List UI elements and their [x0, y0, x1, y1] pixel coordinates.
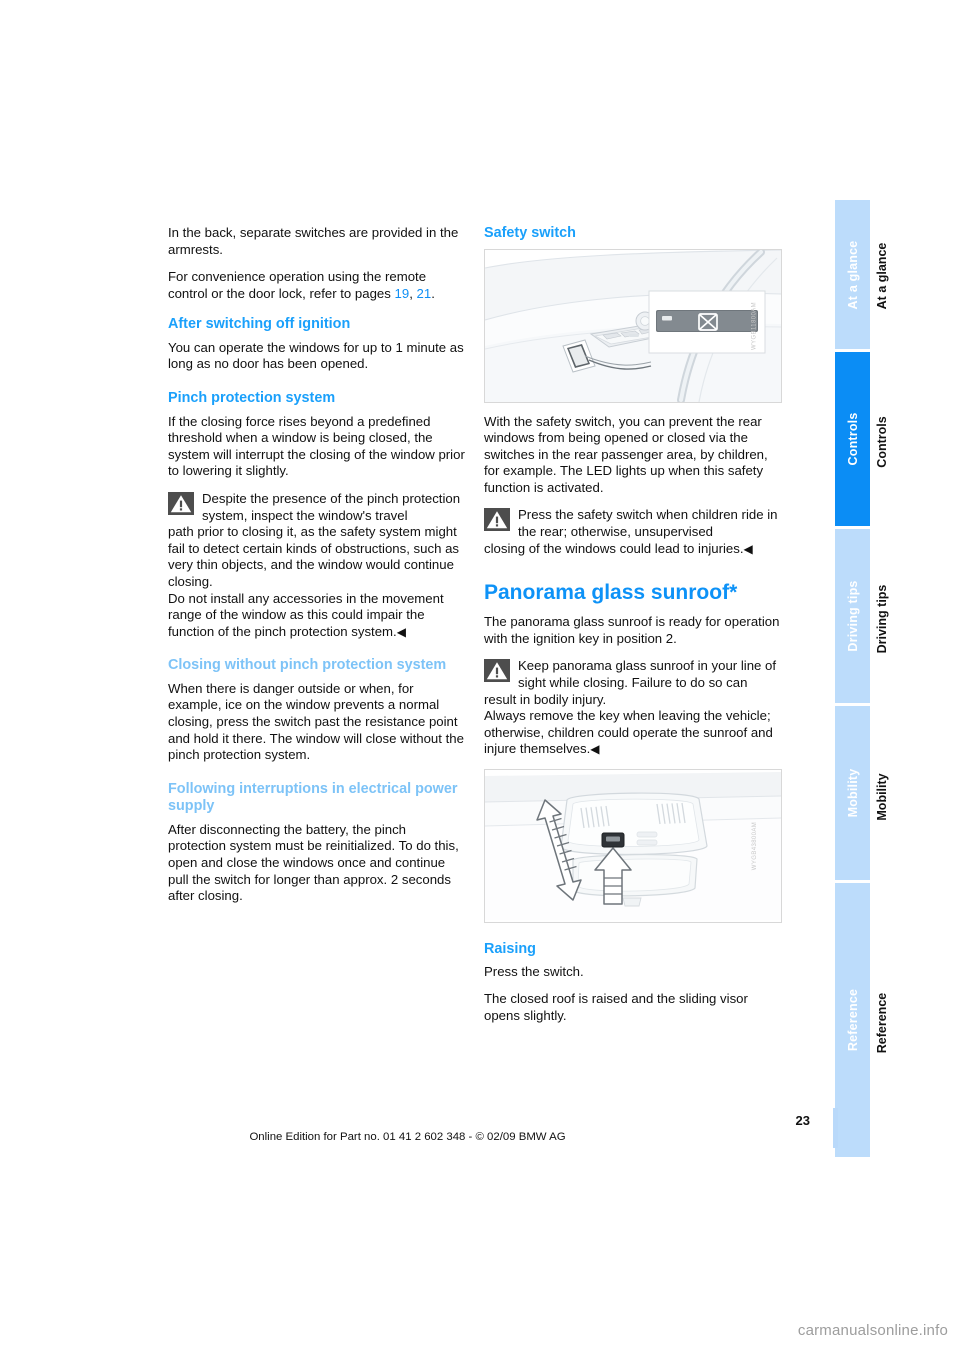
end-mark-icon: ◀: [743, 541, 753, 556]
left-text-column: In the back, separate switches are provi…: [168, 225, 466, 916]
overhead-console-sunroof-switch-illustration: WYGB43800AM: [484, 769, 782, 923]
warning-pinch-rest-2: Do not install any accessories in the mo…: [168, 591, 466, 641]
closing-without-body: When there is danger outside or when, fo…: [168, 680, 464, 763]
page-link-21[interactable]: 21: [417, 286, 432, 301]
tab-mobility-label: Mobility: [845, 768, 860, 818]
tab-caption-reference-label: Reference: [874, 992, 889, 1053]
tab-controls-label: Controls: [845, 412, 860, 466]
warning-panorama-rest: result in bodily injury.: [484, 691, 607, 707]
intro-paragraph-1: In the back, separate switches are provi…: [168, 225, 459, 257]
tab-caption-at-a-glance-label: At a glance: [874, 243, 889, 310]
tab-at-a-glance[interactable]: At a glance: [835, 200, 870, 350]
tab-driving-tips-label: Driving tips: [845, 580, 860, 652]
tab-caption-driving-tips-label: Driving tips: [874, 584, 889, 654]
warning-triangle-icon: [484, 659, 510, 683]
warning-safety-rest: closing of the windows could lead to inj…: [484, 541, 782, 558]
following-interruptions-body: After disconnecting the battery, the pin…: [168, 821, 459, 904]
tab-at-a-glance-label: At a glance: [845, 240, 860, 310]
tab-reference[interactable]: Reference: [835, 883, 870, 1157]
warning-triangle-icon: [484, 508, 510, 532]
pinch-protection-body: If the closing force rises beyond a pred…: [168, 413, 465, 479]
end-mark-icon: ◀: [590, 742, 600, 757]
figure-reference-code-1: WYGB11800AM: [751, 301, 758, 350]
warning-block-safety-switch: Press the safety switch when children ri…: [484, 507, 782, 557]
raising-body-2: The closed roof is raised and the slidin…: [484, 991, 748, 1023]
raising-body-1: Press the switch.: [484, 963, 584, 979]
end-mark-icon: ◀: [396, 624, 406, 639]
warning-panorama-lead: Keep panorama glass sunroof in your line…: [518, 658, 777, 691]
intro-paragraph-2: For convenience operation using the remo…: [168, 269, 466, 302]
warning-safety-rest-text: closing of the windows could lead to inj…: [484, 540, 744, 556]
footer-rule: [833, 1108, 838, 1148]
warning-panorama-rest-2-text: Always remove the key when leaving the v…: [484, 708, 773, 757]
page-ref-period: .: [431, 285, 435, 301]
warning-block-panorama: Keep panorama glass sunroof in your line…: [484, 658, 782, 758]
after-ignition-body: You can operate the windows for up to 1 …: [168, 339, 464, 372]
chapter-tab-strip: At a glance Controls Driving tips Mobili…: [835, 200, 870, 1160]
warning-pinch-lead: Despite the presence of the pinch protec…: [202, 490, 461, 523]
intro-paragraph-2-text: For convenience operation using the remo…: [168, 269, 427, 301]
page-link-19[interactable]: 19: [395, 286, 410, 301]
warning-block-pinch: Despite the presence of the pinch protec…: [168, 491, 466, 640]
heading-safety-switch: Safety switch: [484, 225, 576, 241]
tab-controls[interactable]: Controls: [835, 352, 870, 527]
site-watermark: carmanualsonline.info: [797, 1322, 948, 1339]
warning-safety-lead: Press the safety switch when children ri…: [518, 507, 778, 540]
tab-caption-mobility-label: Mobility: [874, 773, 889, 821]
footer-edition-note: Online Edition for Part no. 01 41 2 602 …: [249, 1131, 566, 1143]
panorama-sunroof-body: The panorama glass sunroof is ready for …: [484, 614, 780, 646]
door-panel-window-switches-illustration: WYGB11800AM: [484, 248, 782, 403]
heading-closing-without-pinch-protection-system: Closing without pinch protection system: [168, 657, 447, 674]
warning-triangle-icon: [168, 491, 194, 515]
safety-switch-body: With the safety switch, you can prevent …: [484, 413, 768, 495]
figure-reference-code-2: WYGB43800AM: [751, 821, 758, 871]
heading-pinch-protection-system: Pinch protection system: [168, 390, 336, 407]
heading-raising: Raising: [484, 941, 536, 957]
right-text-column: Safety switch WYGB11800AM With the safet…: [484, 225, 782, 1035]
warning-pinch-rest: path prior to closing it, as the safety …: [168, 524, 460, 589]
tab-reference-label: Reference: [845, 989, 860, 1052]
manual-page: In the back, separate switches are provi…: [0, 0, 960, 1358]
tab-driving-tips[interactable]: Driving tips: [835, 529, 870, 704]
heading-panorama-glass-sunroof: Panorama glass sunroof*: [484, 581, 738, 605]
tab-caption-controls-label: Controls: [874, 415, 889, 468]
page-ref-separator: ,: [409, 285, 417, 301]
tab-mobility[interactable]: Mobility: [835, 706, 870, 881]
warning-panorama-rest-2: Always remove the key when leaving the v…: [484, 708, 782, 758]
heading-after-switching-off-ignition: After switching off ignition: [168, 316, 351, 333]
heading-following-interruptions-in-electrical-power-supply: Following interruptions in electrical po…: [168, 780, 458, 815]
page-number: 23: [795, 1113, 810, 1128]
